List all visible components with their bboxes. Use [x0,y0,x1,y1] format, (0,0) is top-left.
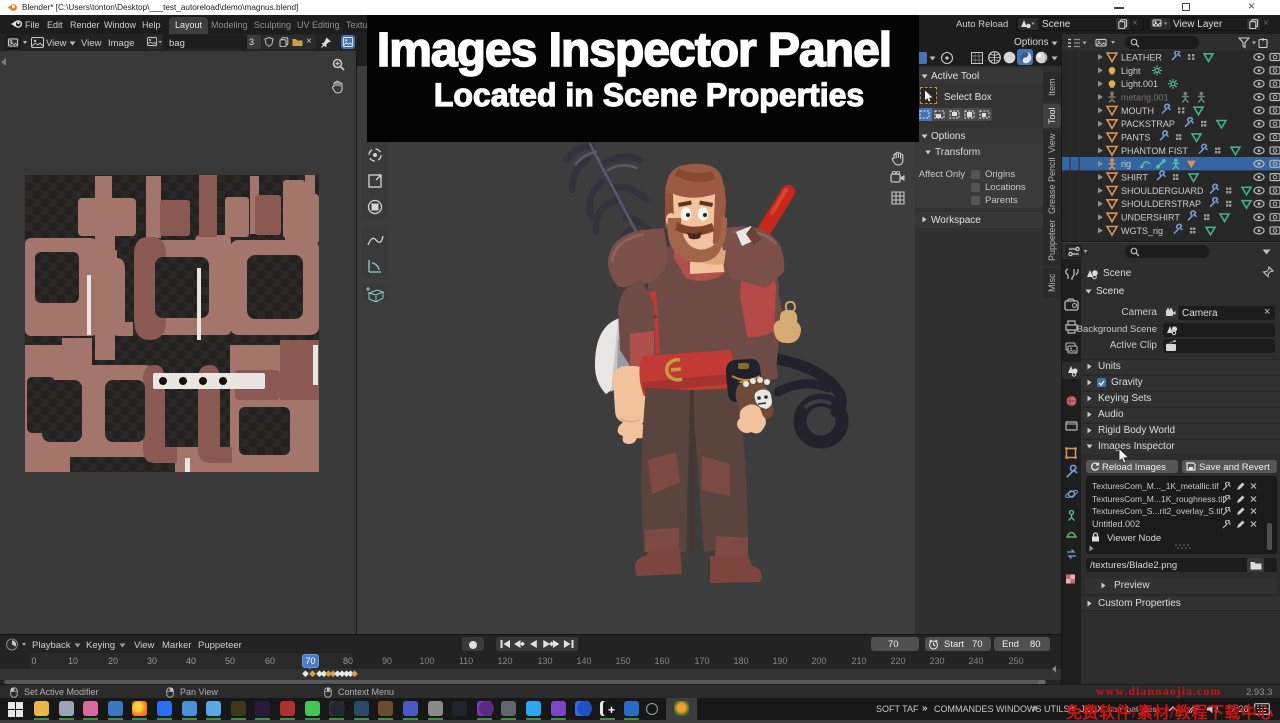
svg-text:WGTS_rig: WGTS_rig [1121,226,1163,236]
svg-text:Light: Light [1121,66,1141,76]
svg-text:PACKSTRAP: PACKSTRAP [1121,119,1175,129]
svg-text:SHOULDERGUARD: SHOULDERGUARD [1121,186,1204,196]
svg-text:MOUTH: MOUTH [1121,106,1154,116]
svg-text:metarig.001: metarig.001 [1121,92,1169,102]
svg-text:LEATHER: LEATHER [1121,52,1162,62]
svg-text:UNDERSHIRT: UNDERSHIRT [1121,213,1180,223]
svg-text:SHOULDERSTRAP: SHOULDERSTRAP [1121,199,1201,209]
svg-text:PANTS: PANTS [1121,133,1150,143]
svg-text:Light.001: Light.001 [1121,79,1158,89]
svg-text:SHIRT: SHIRT [1121,173,1148,183]
svg-text:rig: rig [1121,159,1131,169]
svg-text:PHANTOM FIST: PHANTOM FIST [1121,146,1188,156]
